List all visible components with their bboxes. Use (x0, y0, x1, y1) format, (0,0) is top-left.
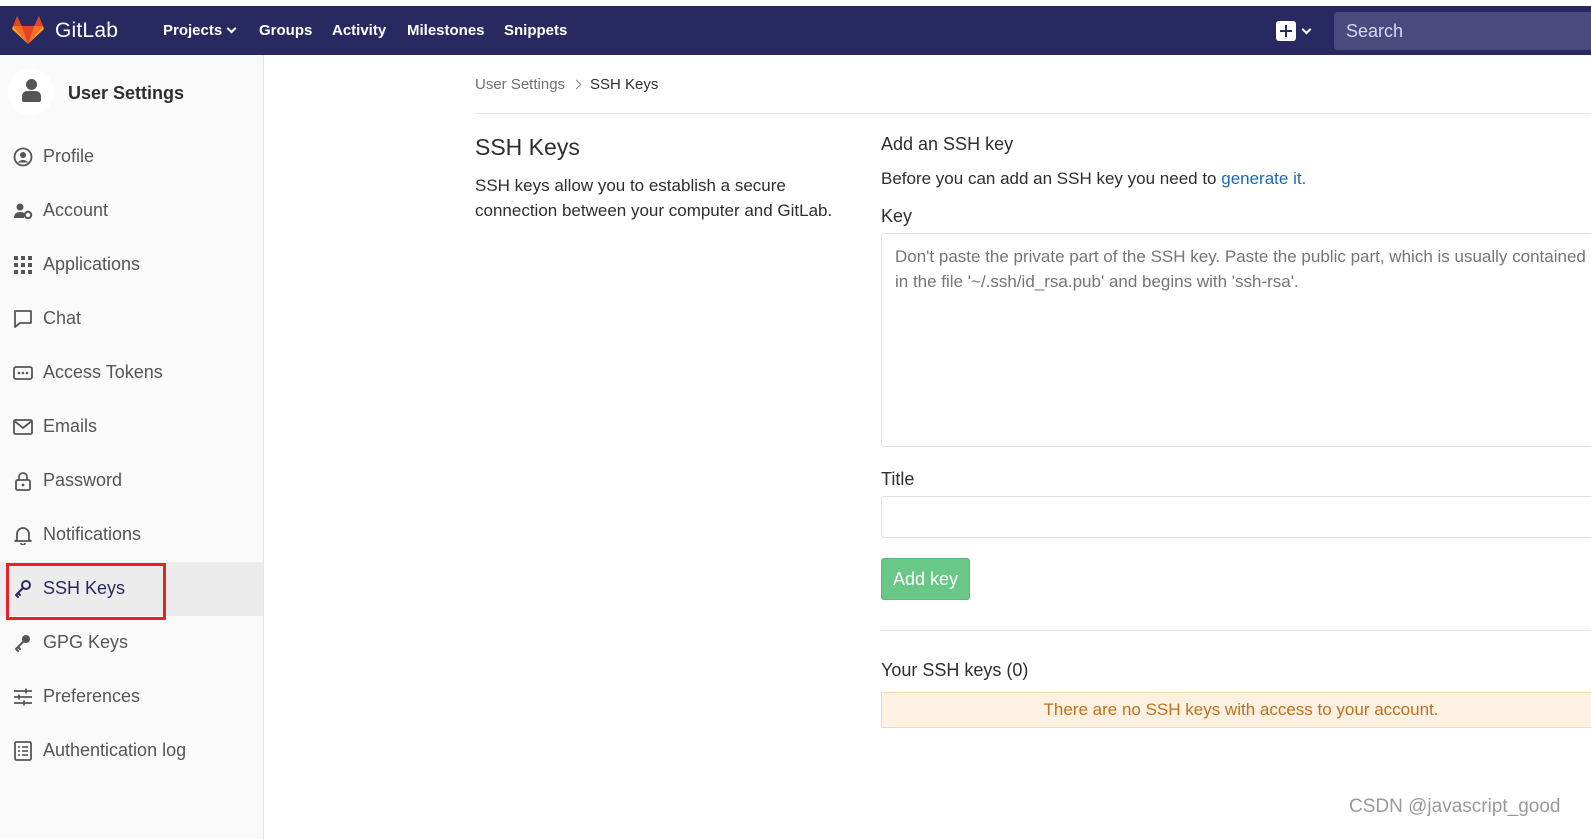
empty-keys-alert: There are no SSH keys with access to you… (881, 692, 1591, 728)
chevron-right-icon (571, 79, 582, 90)
key-icon (15, 635, 30, 652)
applications-icon (14, 256, 32, 274)
title-label: Title (881, 469, 915, 489)
page-title: SSH Keys (475, 134, 580, 160)
nav-milestones[interactable]: Milestones (407, 22, 485, 39)
chevron-down-icon (226, 23, 237, 34)
nav-projects[interactable]: Projects (163, 22, 237, 39)
search-input[interactable] (1334, 12, 1591, 50)
sidebar-item-label: Account (43, 200, 109, 220)
brand-name[interactable]: GitLab (55, 19, 118, 43)
nav-groups[interactable]: Groups (259, 22, 312, 39)
sidebar-item-label: Applications (43, 254, 141, 274)
sidebar-item-label: Notifications (43, 524, 142, 544)
sidebar-item-chat[interactable]: Chat (0, 292, 263, 346)
bell-icon (14, 527, 32, 545)
sidebar-item-label: Access Tokens (43, 362, 163, 382)
user-icon-head (26, 79, 37, 90)
profile-icon (13, 147, 33, 167)
chat-icon (14, 310, 32, 328)
sidebar-item-label: GPG Keys (43, 632, 129, 652)
add-key-button[interactable]: Add key (881, 558, 970, 600)
nav-snippets[interactable]: Snippets (504, 22, 567, 39)
generate-it-link[interactable]: generate it. (1221, 169, 1306, 188)
your-ssh-keys-heading: Your SSH keys (0) (881, 660, 1029, 680)
sidebar-item-notifications[interactable]: Notifications (0, 508, 263, 562)
sidebar-item-label: Profile (43, 146, 95, 166)
log-icon (14, 741, 32, 761)
settings-sidebar: User Settings Profile Account Applicatio… (0, 55, 264, 839)
breadcrumb-parent[interactable]: User Settings (475, 76, 565, 93)
add-ssh-key-intro: Before you can add an SSH key you need t… (881, 169, 1306, 189)
sidebar-item-preferences[interactable]: Preferences (0, 670, 263, 724)
sidebar-item-label: Preferences (43, 686, 141, 706)
avatar[interactable] (8, 69, 54, 115)
lock-icon (15, 472, 31, 491)
sliders-icon (14, 688, 32, 706)
nav-projects-label: Projects (163, 22, 223, 39)
sidebar-item-label: Emails (43, 416, 98, 436)
chevron-down-icon[interactable] (1301, 24, 1312, 35)
top-navbar: GitLab Projects Groups Activity Mileston… (0, 6, 1591, 55)
sidebar-item-profile[interactable]: Profile (0, 130, 263, 184)
sidebar-item-label: Chat (43, 308, 82, 328)
token-icon (13, 366, 33, 380)
email-icon (13, 419, 33, 435)
key-textarea[interactable] (881, 233, 1591, 447)
sidebar-item-authentication-log[interactable]: Authentication log (0, 724, 263, 778)
highlight-annotation-box (6, 563, 166, 620)
sidebar-item-applications[interactable]: Applications (0, 238, 263, 292)
new-plus-icon[interactable] (1276, 21, 1296, 41)
breadcrumb: User Settings SSH Keys (475, 76, 658, 93)
divider (475, 113, 1591, 114)
gitlab-logo-icon[interactable] (12, 15, 44, 45)
watermark: CSDN @javascript_good (1349, 796, 1561, 817)
sidebar-item-account[interactable]: Account (0, 184, 263, 238)
sidebar-item-gpg-keys[interactable]: GPG Keys (0, 616, 263, 670)
breadcrumb-current[interactable]: SSH Keys (590, 76, 658, 93)
title-input[interactable] (881, 496, 1591, 538)
user-icon-body (22, 91, 41, 102)
sidebar-item-label: Password (43, 470, 123, 490)
nav-activity[interactable]: Activity (332, 22, 386, 39)
sidebar-item-password[interactable]: Password (0, 454, 263, 508)
sidebar-item-access-tokens[interactable]: Access Tokens (0, 346, 263, 400)
sidebar-item-emails[interactable]: Emails (0, 400, 263, 454)
key-label: Key (881, 206, 913, 226)
account-icon (14, 203, 33, 220)
intro-text: Before you can add an SSH key you need t… (881, 169, 1222, 188)
add-ssh-key-heading: Add an SSH key (881, 134, 1014, 154)
sidebar-item-label: Authentication log (43, 740, 187, 760)
divider (881, 630, 1591, 631)
sidebar-title[interactable]: User Settings (68, 83, 184, 104)
page-description: SSH keys allow you to establish a secure… (475, 176, 833, 220)
